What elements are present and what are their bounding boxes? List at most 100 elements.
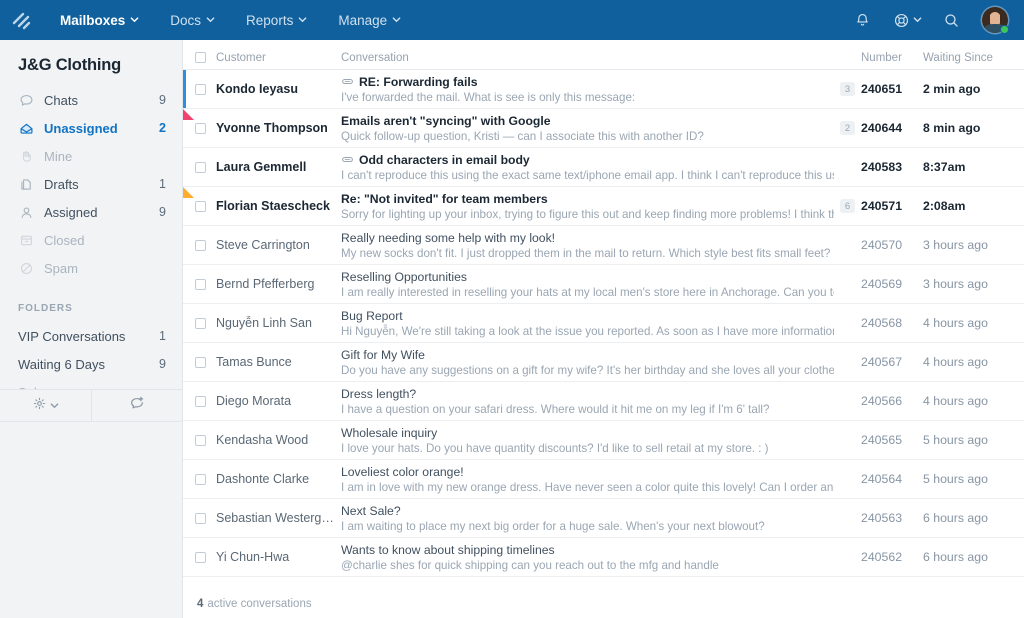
- row-customer-name: Tamas Bunce: [216, 355, 341, 369]
- conversation-list: Customer Conversation Number Waiting Sin…: [183, 40, 1024, 618]
- nav-item-docs[interactable]: Docs: [154, 0, 230, 40]
- select-all-checkbox[interactable]: [195, 52, 206, 63]
- row-customer-name: Laura Gemmell: [216, 160, 341, 174]
- row-checkbox[interactable]: [195, 396, 206, 407]
- table-row[interactable]: Bernd PfefferbergReselling Opportunities…: [183, 265, 1024, 304]
- person-icon: [18, 204, 34, 220]
- sidebar-item-closed[interactable]: Closed: [0, 227, 182, 253]
- row-preview: I have a question on your safari dress. …: [341, 403, 830, 416]
- sidebar-item-assigned[interactable]: Assigned 9: [0, 199, 182, 225]
- table-row[interactable]: Kendasha WoodWholesale inquiryI love you…: [183, 421, 1024, 460]
- sidebar-item-label: Chats: [44, 93, 159, 108]
- table-row[interactable]: Florian StaescheckRe: "Not invited" for …: [183, 187, 1024, 226]
- row-checkbox[interactable]: [195, 84, 206, 95]
- table-row[interactable]: Dashonte ClarkeLoveliest color orange! I …: [183, 460, 1024, 499]
- row-checkbox[interactable]: [195, 552, 206, 563]
- row-checkbox-cell: [183, 357, 216, 368]
- row-number: 240564: [861, 472, 923, 486]
- sidebar-item-chats[interactable]: Chats 9: [0, 87, 182, 113]
- row-subject: Loveliest color orange!: [341, 465, 464, 479]
- mailbox-settings-button[interactable]: [0, 390, 91, 421]
- nav-item-mailboxes[interactable]: Mailboxes: [44, 0, 154, 40]
- table-row[interactable]: Yi Chun-HwaWants to know about shipping …: [183, 538, 1024, 577]
- row-checkbox-cell: [183, 123, 216, 134]
- nav-item-reports[interactable]: Reports: [230, 0, 322, 40]
- column-header-customer[interactable]: Customer: [216, 52, 341, 64]
- row-preview: I love your hats. Do you have quantity d…: [341, 442, 830, 455]
- helpscout-app: Mailboxes Docs Reports Manage: [0, 0, 1024, 618]
- row-thread-count-badge: 3: [840, 82, 855, 96]
- sidebar-item-count: 9: [159, 205, 166, 219]
- sidebar-item-vip-conversations[interactable]: VIP Conversations 1: [0, 322, 182, 350]
- row-preview: I am in love with my new orange dress. H…: [341, 481, 830, 494]
- sidebar-item-spam[interactable]: Spam: [0, 255, 182, 281]
- table-row[interactable]: Steve CarringtonReally needing some help…: [183, 226, 1024, 265]
- row-subject: Gift for My Wife: [341, 348, 425, 362]
- table-row[interactable]: Yvonne ThompsonEmails aren't "syncing" w…: [183, 109, 1024, 148]
- nav-right-actions: [854, 7, 1012, 33]
- table-row[interactable]: Tamas BunceGift for My Wife Do you have a…: [183, 343, 1024, 382]
- sidebar-item-mine[interactable]: Mine: [0, 143, 182, 169]
- row-checkbox[interactable]: [195, 162, 206, 173]
- sidebar-item-count: 9: [159, 93, 166, 107]
- sidebar-item-waiting-6-days[interactable]: Waiting 6 Days 9: [0, 350, 182, 378]
- row-conversation-cell: Next Sale?I am waiting to place my next …: [341, 504, 834, 533]
- sidebar-item-unassigned[interactable]: Unassigned 2: [0, 115, 182, 141]
- column-header-number[interactable]: Number: [861, 52, 923, 64]
- column-header-waiting-since[interactable]: Waiting Since: [923, 52, 1024, 64]
- row-checkbox[interactable]: [195, 279, 206, 290]
- row-checkbox[interactable]: [195, 435, 206, 446]
- row-preview: Do you have any suggestions on a gift fo…: [341, 364, 830, 377]
- row-conversation-cell: Really needing some help with my look!My…: [341, 231, 834, 260]
- row-checkbox[interactable]: [195, 201, 206, 212]
- row-preview: I am waiting to place my next big order …: [341, 520, 830, 533]
- search-icon[interactable]: [943, 12, 960, 29]
- row-conversation-cell: Loveliest color orange! I am in love with…: [341, 465, 834, 494]
- row-conversation-cell: Re: "Not invited" for team membersSorry …: [341, 192, 834, 221]
- row-checkbox[interactable]: [195, 513, 206, 524]
- row-conversation-cell: Odd characters in email bodyI can't repr…: [341, 153, 834, 182]
- row-customer-name: Steve Carrington: [216, 238, 341, 252]
- table-row[interactable]: Laura GemmellOdd characters in email bod…: [183, 148, 1024, 187]
- row-checkbox[interactable]: [195, 357, 206, 368]
- row-checkbox-cell: [183, 552, 216, 563]
- row-checkbox[interactable]: [195, 474, 206, 485]
- active-conversation-count: 4: [197, 598, 203, 610]
- avatar[interactable]: [982, 7, 1008, 33]
- row-customer-name: Dashonte Clarke: [216, 472, 341, 486]
- row-subject: RE: Forwarding fails: [359, 75, 478, 89]
- table-row[interactable]: Sebastian WestergrenNext Sale?I am waiti…: [183, 499, 1024, 538]
- row-number: 240563: [861, 511, 923, 525]
- row-waiting-since: 2 min ago: [923, 82, 1024, 96]
- bell-icon[interactable]: [854, 12, 871, 29]
- row-checkbox[interactable]: [195, 123, 206, 134]
- sidebar-item-drafts[interactable]: Drafts 1: [0, 171, 182, 197]
- row-waiting-since: 5 hours ago: [923, 472, 1024, 486]
- lifebuoy-help-icon[interactable]: [893, 12, 921, 29]
- helpscout-logo-icon[interactable]: [8, 7, 34, 33]
- row-conversation-cell: Emails aren't "syncing" with GoogleQuick…: [341, 114, 834, 143]
- table-row[interactable]: Diego MorataDress length?I have a questi…: [183, 382, 1024, 421]
- main-body: J&G Clothing Chats 9: [0, 40, 1024, 618]
- table-row[interactable]: Nguyễn Linh SanBug ReportHi Nguyễn, We'r…: [183, 304, 1024, 343]
- row-preview: I've forwarded the mail. What is see is …: [341, 91, 830, 104]
- row-checkbox-cell: [183, 201, 216, 212]
- row-customer-name: Bernd Pfefferberg: [216, 277, 341, 291]
- row-checkbox-cell: [183, 435, 216, 446]
- row-waiting-since: 3 hours ago: [923, 277, 1024, 291]
- nav-item-label: Mailboxes: [60, 13, 125, 28]
- row-checkbox[interactable]: [195, 240, 206, 251]
- row-checkbox[interactable]: [195, 318, 206, 329]
- sidebar-item-label: VIP Conversations: [18, 329, 159, 344]
- tag-icon: [341, 75, 354, 88]
- row-number: 240568: [861, 316, 923, 330]
- table-row[interactable]: Kondo Ieyasu RE: Forwarding fails I've for…: [183, 70, 1024, 109]
- nav-menu: Mailboxes Docs Reports Manage: [44, 0, 416, 40]
- row-preview: @charlie shes for quick shipping can you…: [341, 559, 830, 572]
- sidebar-item-count: 1: [159, 329, 166, 343]
- row-customer-name: Kondo Ieyasu: [216, 82, 341, 96]
- column-header-conversation[interactable]: Conversation: [341, 52, 834, 64]
- nav-item-label: Manage: [338, 13, 387, 28]
- nav-item-manage[interactable]: Manage: [322, 0, 416, 40]
- new-conversation-button[interactable]: [91, 390, 183, 421]
